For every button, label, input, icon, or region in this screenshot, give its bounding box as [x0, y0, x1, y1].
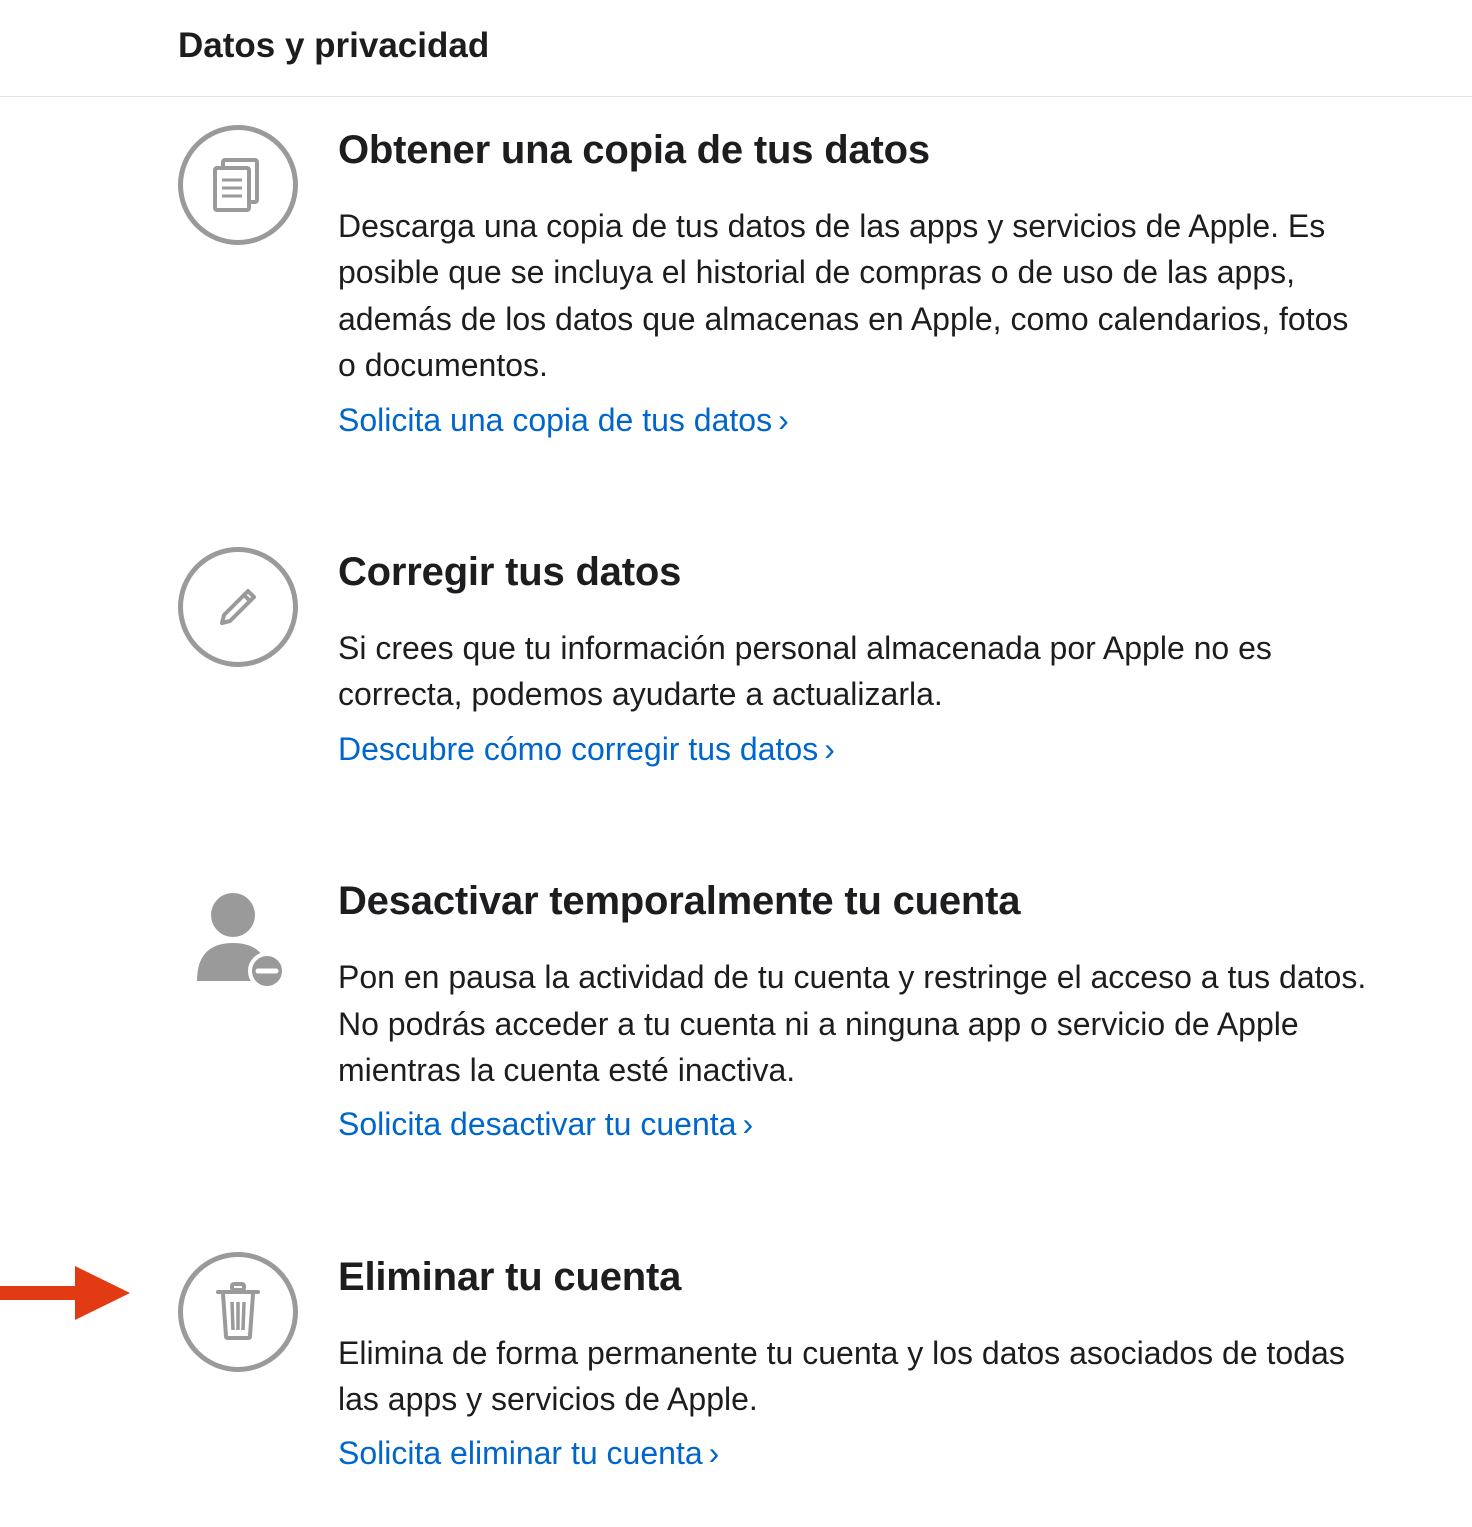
- person-pause-icon: [178, 876, 298, 996]
- section-title: Eliminar tu cuenta: [338, 1254, 1372, 1300]
- link-delete-account[interactable]: Solicita eliminar tu cuenta›: [338, 1430, 719, 1476]
- section-description: Elimina de forma permanente tu cuenta y …: [338, 1330, 1372, 1423]
- trash-icon: [178, 1252, 298, 1372]
- page-title: Datos y privacidad: [178, 26, 1472, 66]
- settings-list: Obtener una copia de tus datos Descarga …: [0, 97, 1472, 1527]
- chevron-right-icon: ›: [742, 1106, 753, 1142]
- chevron-right-icon: ›: [709, 1435, 720, 1471]
- section-title: Obtener una copia de tus datos: [338, 127, 1372, 173]
- section-correct-data: Corregir tus datos Si crees que tu infor…: [0, 519, 1472, 782]
- link-deactivate[interactable]: Solicita desactivar tu cuenta›: [338, 1101, 753, 1147]
- document-copy-icon: [178, 125, 298, 245]
- link-request-copy[interactable]: Solicita una copia de tus datos›: [338, 397, 789, 443]
- section-title: Corregir tus datos: [338, 549, 1372, 595]
- chevron-right-icon: ›: [778, 402, 789, 438]
- section-description: Si crees que tu información personal alm…: [338, 625, 1372, 718]
- section-deactivate: Desactivar temporalmente tu cuenta Pon e…: [0, 848, 1472, 1158]
- section-description: Descarga una copia de tus datos de las a…: [338, 203, 1372, 389]
- chevron-right-icon: ›: [824, 731, 835, 767]
- arrow-annotation-icon: [0, 1258, 140, 1328]
- link-correct-data[interactable]: Descubre cómo corregir tus datos›: [338, 726, 835, 772]
- section-title: Desactivar temporalmente tu cuenta: [338, 878, 1372, 924]
- section-get-copy: Obtener una copia de tus datos Descarga …: [0, 97, 1472, 453]
- section-delete-account: Eliminar tu cuenta Elimina de forma perm…: [0, 1224, 1472, 1487]
- pencil-icon: [178, 547, 298, 667]
- page-header: Datos y privacidad: [0, 0, 1472, 97]
- section-description: Pon en pausa la actividad de tu cuenta y…: [338, 954, 1372, 1093]
